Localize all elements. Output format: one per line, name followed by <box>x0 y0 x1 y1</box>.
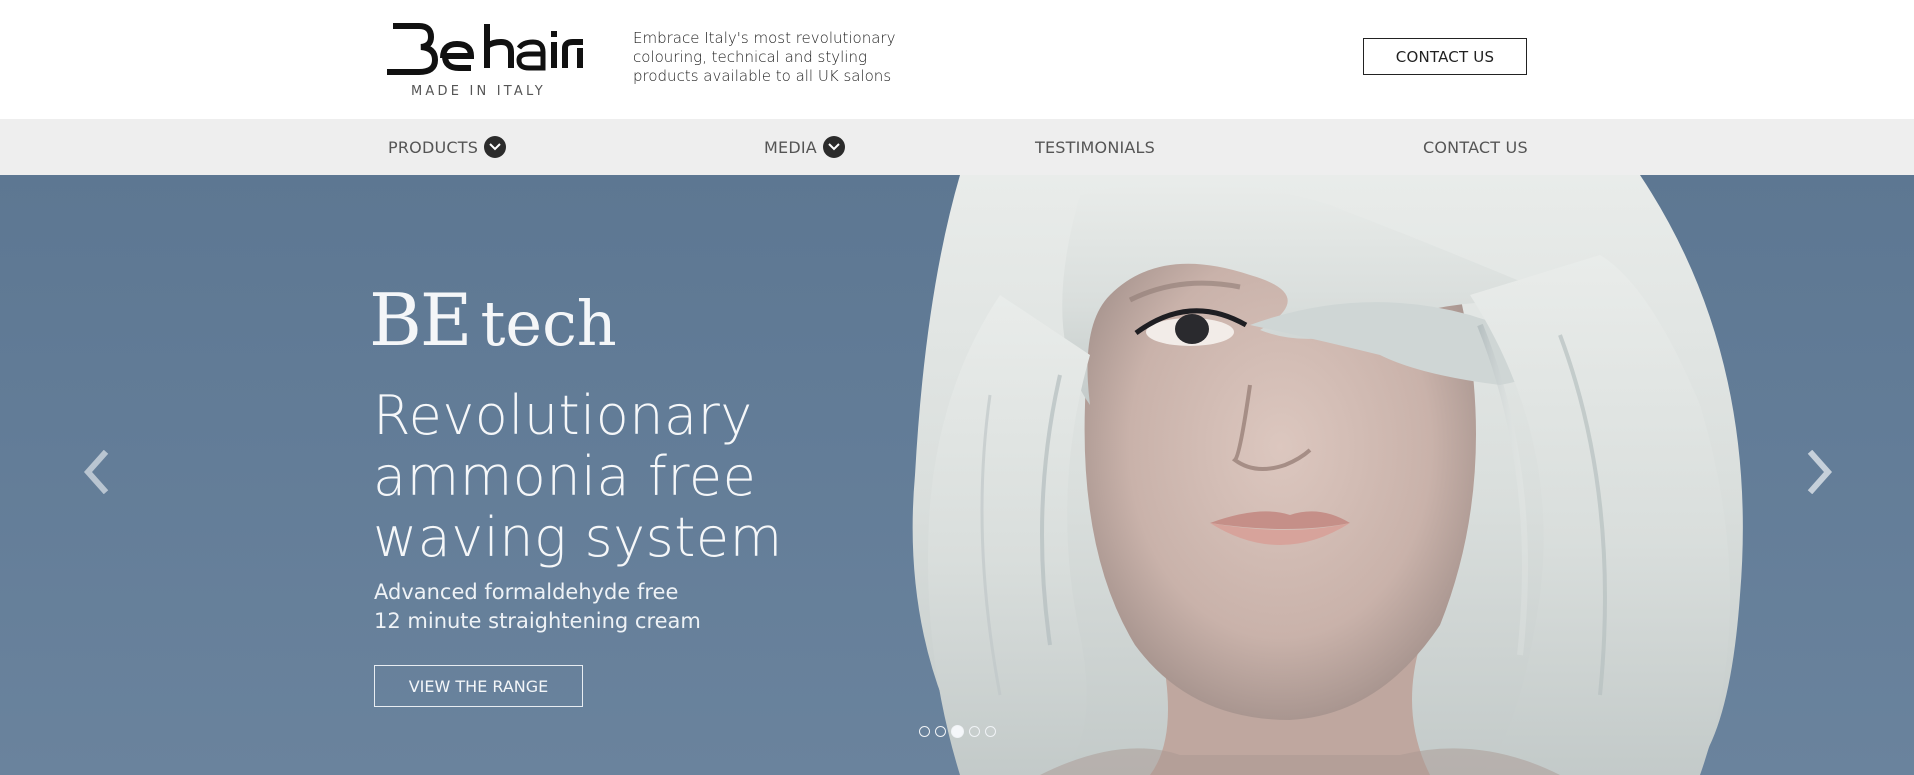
slider-pagination <box>919 725 996 738</box>
nav-item-label: MEDIA <box>764 137 817 157</box>
nav-item-label: TESTIMONIALS <box>1035 137 1156 157</box>
nav-item-label: CONTACT US <box>1423 137 1528 157</box>
nav-item-testimonials[interactable]: TESTIMONIALS <box>1035 119 1155 175</box>
hero-subline: Advanced formaldehyde free 12 minute str… <box>374 578 834 636</box>
header-tagline: Embrace Italy's most revolutionary colou… <box>633 29 913 86</box>
hero-slider: BE tech Revolutionary ammonia free waving… <box>0 175 1914 775</box>
headline-line: Revolutionary <box>373 384 753 447</box>
be-hair-logo[interactable]: MADE IN ITALY <box>387 22 587 104</box>
brand-logo-be: BE <box>369 278 472 362</box>
tagline-line: colouring, technical and styling <box>633 48 867 66</box>
slider-next-arrow-icon[interactable] <box>1802 449 1838 495</box>
view-the-range-button[interactable]: VIEW THE RANGE <box>374 665 583 707</box>
logo-subtext: MADE IN ITALY <box>411 84 546 99</box>
main-nav: PRODUCTS MEDIA TESTIMONIALS CONTACT US <box>0 119 1914 175</box>
nav-item-media[interactable]: MEDIA <box>764 119 845 175</box>
betech-brand-logo: BE tech <box>369 280 617 364</box>
slider-prev-arrow-icon[interactable] <box>78 449 114 495</box>
tagline-line: products available to all UK salons <box>633 67 892 85</box>
be-hair-logo-mark <box>387 23 583 75</box>
slider-dot-active[interactable] <box>951 725 964 738</box>
slider-dot[interactable] <box>935 726 946 737</box>
chevron-down-icon[interactable] <box>484 136 507 158</box>
nav-item-products[interactable]: PRODUCTS <box>388 119 507 175</box>
chevron-down-icon[interactable] <box>822 136 845 158</box>
brand-logo-tech: tech <box>480 287 617 360</box>
hero-model-image <box>912 175 1743 775</box>
subline-line: 12 minute straightening cream <box>374 609 701 633</box>
slider-dot[interactable] <box>969 726 980 737</box>
slider-dot[interactable] <box>985 726 996 737</box>
tagline-line: Embrace Italy's most revolutionary <box>633 29 896 47</box>
subline-line: Advanced formaldehyde free <box>374 580 679 604</box>
headline-line: ammonia free <box>373 445 757 508</box>
slider-dot[interactable] <box>919 726 930 737</box>
header-contact-button[interactable]: CONTACT US <box>1363 38 1527 75</box>
site-header: MADE IN ITALY Embrace Italy's most revol… <box>0 0 1914 119</box>
hero-headline: Revolutionary ammonia free waving system <box>373 385 833 568</box>
headline-line: waving system <box>373 506 783 569</box>
nav-item-label: PRODUCTS <box>388 137 479 157</box>
nav-item-contact-us[interactable]: CONTACT US <box>1423 119 1528 175</box>
